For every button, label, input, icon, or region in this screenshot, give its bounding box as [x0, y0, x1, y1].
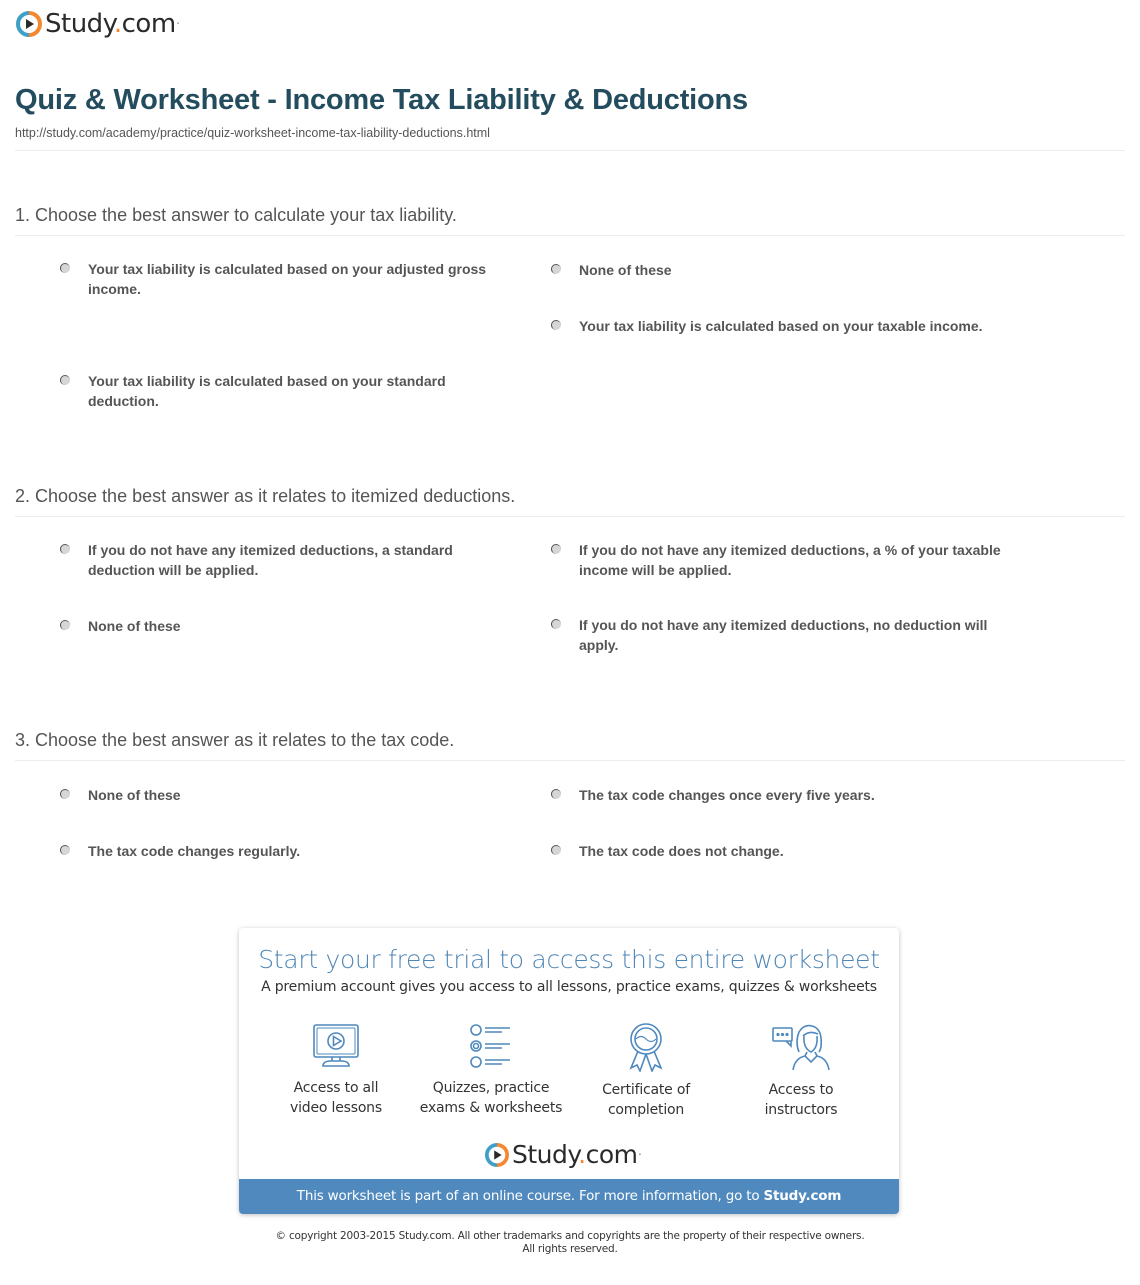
logo-wordmark: Study.com•	[45, 9, 180, 39]
feature-label: Certificate of completion	[602, 1082, 690, 1118]
copyright-notice: © copyright 2003-2015 Study.com. All oth…	[0, 1230, 1140, 1256]
feature-video-lessons: Access to all video lessons	[261, 1022, 411, 1118]
divider	[15, 516, 1125, 517]
option-label: Your tax liability is calculated based o…	[88, 261, 487, 297]
free-trial-subtitle: A premium account gives you access to al…	[261, 979, 877, 995]
question-text: 2. Choose the best answer as it relates …	[15, 486, 516, 506]
answer-option[interactable]: None of these	[551, 260, 1031, 280]
radio-button[interactable]	[551, 320, 561, 330]
video-lesson-icon	[313, 1024, 359, 1067]
option-label: None of these	[88, 618, 181, 634]
answer-option[interactable]: If you do not have any itemized deductio…	[551, 540, 1021, 580]
radio-button[interactable]	[60, 544, 70, 554]
question-3: 3. Choose the best answer as it relates …	[15, 729, 1125, 761]
question-2: 2. Choose the best answer as it relates …	[15, 485, 1125, 517]
radio-button[interactable]	[551, 264, 561, 274]
logo-wordmark: Study.com•	[512, 1140, 642, 1169]
radio-button[interactable]	[60, 375, 70, 385]
page-title: Quiz & Worksheet - Income Tax Liability …	[15, 84, 748, 116]
answer-option[interactable]: If you do not have any itemized deductio…	[551, 615, 1011, 655]
option-label: The tax code does not change.	[579, 843, 784, 859]
question-1: 1. Choose the best answer to calculate y…	[15, 204, 1125, 236]
option-label: The tax code changes regularly.	[88, 843, 301, 859]
radio-button[interactable]	[60, 263, 70, 273]
free-trial-title[interactable]: Start your free trial to access this ent…	[239, 945, 899, 974]
radio-button[interactable]	[60, 620, 70, 630]
answer-option[interactable]: None of these	[60, 616, 500, 636]
free-trial-card[interactable]: Start your free trial to access this ent…	[239, 928, 899, 1214]
option-label: None of these	[88, 787, 181, 803]
play-ring-logo-icon	[485, 1143, 509, 1167]
divider	[15, 760, 1125, 761]
feature-label: Access to all video lessons	[290, 1080, 382, 1116]
answer-option[interactable]: If you do not have any itemized deductio…	[60, 540, 480, 580]
quiz-list-icon	[470, 1024, 510, 1068]
option-label: If you do not have any itemized deductio…	[579, 542, 1001, 578]
answer-option[interactable]: Your tax liability is calculated based o…	[60, 371, 470, 411]
study-com-link[interactable]: Study.com	[764, 1188, 842, 1204]
answer-option[interactable]: Your tax liability is calculated based o…	[60, 259, 500, 299]
play-ring-logo-icon	[16, 11, 42, 37]
rights-reserved-line: All rights reserved.	[522, 1243, 618, 1255]
study-com-logo[interactable]: Study.com•	[16, 9, 180, 39]
radio-button[interactable]	[551, 789, 561, 799]
answer-option[interactable]: None of these	[60, 785, 500, 805]
option-label: If you do not have any itemized deductio…	[88, 542, 453, 578]
answer-option[interactable]: Your tax liability is calculated based o…	[551, 316, 1031, 336]
study-com-logo-footer[interactable]: Study.com•	[485, 1140, 642, 1169]
option-label: The tax code changes once every five yea…	[579, 787, 875, 803]
divider	[15, 150, 1125, 151]
radio-button[interactable]	[60, 789, 70, 799]
question-text: 3. Choose the best answer as it relates …	[15, 730, 455, 750]
feature-label: Quizzes, practice exams & worksheets	[419, 1080, 563, 1116]
option-label: None of these	[579, 262, 672, 278]
instructor-chat-icon	[772, 1024, 830, 1071]
feature-instructors: Access to instructors	[726, 1022, 876, 1120]
radio-button[interactable]	[551, 544, 561, 554]
option-label: Your tax liability is calculated based o…	[579, 318, 983, 334]
certificate-ribbon-icon	[629, 1023, 663, 1072]
answer-option[interactable]: The tax code changes once every five yea…	[551, 785, 991, 805]
answer-option[interactable]: The tax code changes regularly.	[60, 841, 500, 861]
radio-button[interactable]	[551, 845, 561, 855]
feature-label: Access to instructors	[764, 1082, 838, 1118]
course-info-banner: This worksheet is part of an online cour…	[239, 1179, 899, 1214]
feature-quizzes: Quizzes, practice exams & worksheets	[416, 1022, 566, 1118]
radio-button[interactable]	[551, 619, 561, 629]
feature-certificate: Certificate of completion	[571, 1022, 721, 1120]
radio-button[interactable]	[60, 845, 70, 855]
answer-option[interactable]: The tax code does not change.	[551, 841, 991, 861]
option-label: If you do not have any itemized deductio…	[579, 617, 988, 653]
question-text: 1. Choose the best answer to calculate y…	[15, 205, 457, 225]
option-label: Your tax liability is calculated based o…	[88, 373, 446, 409]
copyright-line: © copyright 2003-2015 Study.com. All oth…	[275, 1230, 865, 1242]
page-url[interactable]: http://study.com/academy/practice/quiz-w…	[15, 126, 490, 140]
divider	[15, 235, 1125, 236]
banner-text: This worksheet is part of an online cour…	[296, 1188, 764, 1204]
